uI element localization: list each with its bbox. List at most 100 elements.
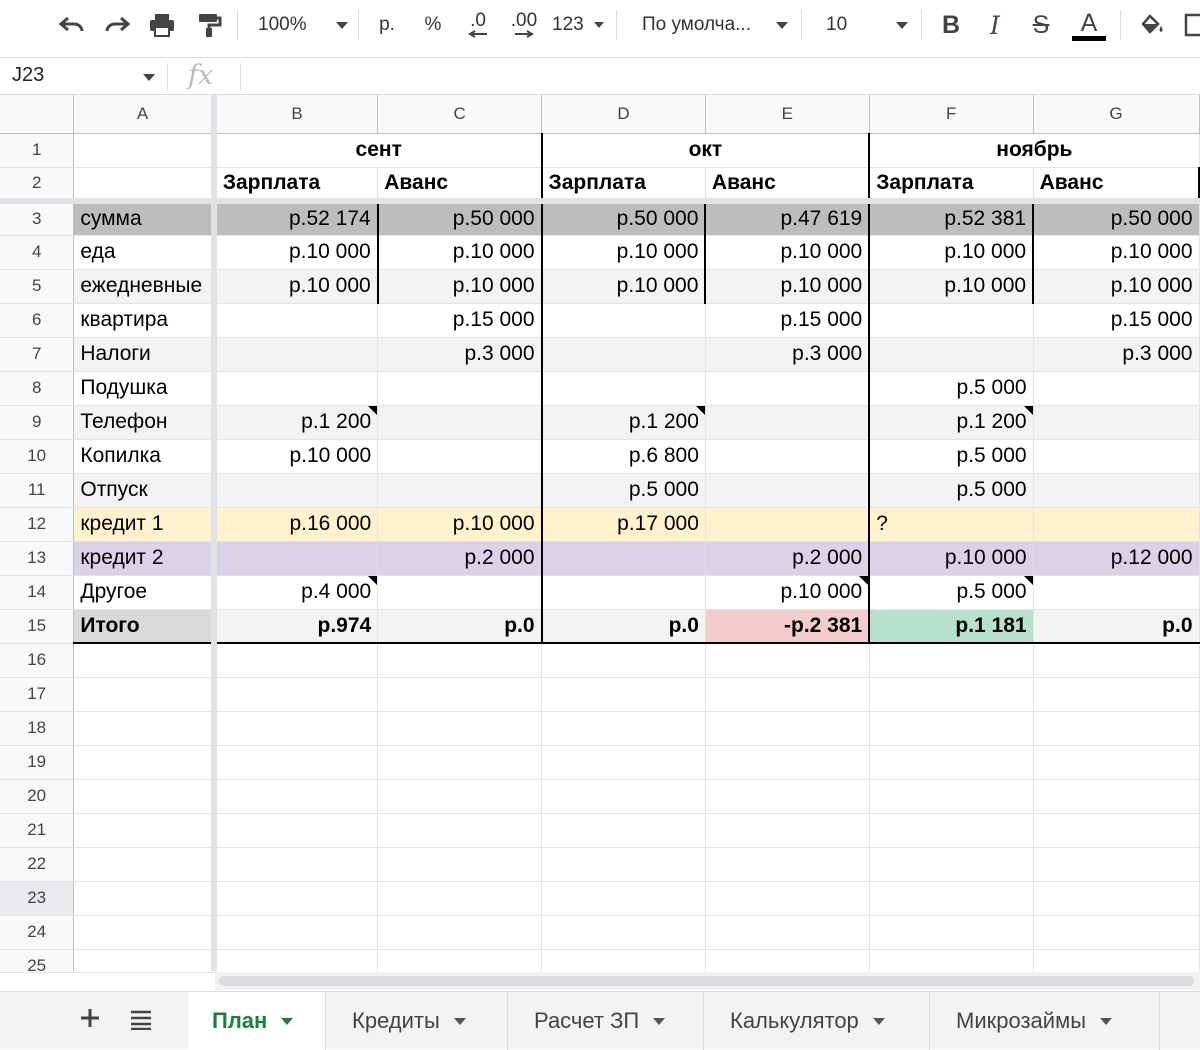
table-cell[interactable]: [1033, 575, 1200, 610]
empty-cell[interactable]: [73, 745, 217, 780]
empty-cell[interactable]: [705, 779, 870, 814]
month-oct[interactable]: окт: [540, 133, 870, 168]
table-cell[interactable]: р.1 200: [540, 405, 706, 440]
row-header[interactable]: 14: [0, 575, 75, 610]
table-cell[interactable]: [868, 303, 1034, 338]
column-header-a[interactable]: A: [73, 95, 217, 134]
table-cell[interactable]: р.17 000: [540, 507, 706, 542]
redo-icon[interactable]: [100, 7, 134, 43]
empty-cell[interactable]: [377, 677, 543, 712]
empty-cell[interactable]: [1033, 949, 1200, 971]
row-header[interactable]: 15: [0, 609, 75, 644]
empty-cell[interactable]: [869, 643, 1034, 678]
empty-cell[interactable]: [541, 949, 706, 971]
row-header[interactable]: 22: [0, 847, 75, 882]
table-cell[interactable]: р.10 000: [704, 235, 870, 270]
empty-cell[interactable]: [541, 915, 706, 950]
table-cell[interactable]: р.52 174: [213, 201, 379, 236]
empty-cell[interactable]: [1033, 881, 1200, 916]
empty-cell[interactable]: [869, 813, 1034, 848]
row-header[interactable]: 7: [0, 337, 75, 372]
row-header[interactable]: 18: [0, 711, 75, 746]
row-header[interactable]: 11: [0, 473, 75, 508]
paint-format-icon[interactable]: [192, 7, 226, 43]
empty-cell[interactable]: [213, 813, 379, 848]
tab-plan[interactable]: План: [188, 992, 326, 1050]
table-cell[interactable]: р.10 000: [1032, 269, 1200, 304]
table-cell[interactable]: р.47 619: [704, 201, 870, 236]
table-cell[interactable]: [868, 337, 1034, 372]
table-cell[interactable]: р.2 000: [705, 541, 870, 576]
empty-cell[interactable]: [73, 915, 217, 950]
name-box[interactable]: J23: [12, 64, 44, 87]
row-label[interactable]: кредит 1: [73, 507, 217, 542]
font-family-select[interactable]: По умолча...: [642, 7, 788, 43]
empty-cell[interactable]: [213, 915, 379, 950]
empty-cell[interactable]: [73, 677, 217, 712]
table-cell[interactable]: р.10 000: [868, 269, 1034, 304]
empty-cell[interactable]: [541, 643, 706, 678]
table-cell[interactable]: [377, 405, 543, 440]
table-cell[interactable]: [213, 541, 379, 576]
table-cell[interactable]: р.16 000: [213, 507, 379, 542]
select-all-corner[interactable]: [0, 95, 75, 134]
subheader-cell[interactable]: Зарплата: [868, 167, 1034, 204]
empty-cell[interactable]: [541, 677, 706, 712]
table-cell[interactable]: р.5 000: [868, 371, 1034, 406]
horizontal-scrollbar[interactable]: [215, 972, 1200, 990]
row-header[interactable]: 5: [0, 269, 75, 304]
table-cell[interactable]: р.10 000: [540, 269, 706, 304]
row-label[interactable]: Подушка: [73, 371, 217, 406]
all-sheets-icon[interactable]: [130, 1010, 152, 1035]
empty-cell[interactable]: [705, 677, 870, 712]
empty-cell[interactable]: [377, 813, 543, 848]
table-cell[interactable]: р.5 000: [868, 575, 1034, 610]
table-cell[interactable]: р.0: [377, 609, 543, 644]
row-header[interactable]: 3: [0, 201, 75, 236]
table-cell[interactable]: р.5 000: [540, 473, 706, 508]
empty-cell[interactable]: [377, 779, 543, 814]
empty-cell[interactable]: [1033, 813, 1200, 848]
empty-cell[interactable]: [377, 711, 543, 746]
empty-cell[interactable]: [705, 745, 870, 780]
scrollbar-thumb[interactable]: [219, 976, 1194, 986]
row-header[interactable]: 10: [0, 439, 75, 474]
empty-cell[interactable]: [73, 779, 217, 814]
table-cell[interactable]: [1033, 473, 1200, 508]
column-header-e[interactable]: E: [705, 95, 870, 134]
table-cell[interactable]: [705, 439, 870, 474]
chevron-down-icon[interactable]: [1100, 1017, 1113, 1025]
empty-cell[interactable]: [213, 643, 379, 678]
empty-cell[interactable]: [377, 949, 543, 971]
table-cell[interactable]: [377, 473, 543, 508]
empty-cell[interactable]: [541, 779, 706, 814]
empty-cell[interactable]: [869, 847, 1034, 882]
empty-cell[interactable]: [73, 813, 217, 848]
table-cell[interactable]: р.3 000: [705, 337, 870, 372]
table-cell[interactable]: р.10 000: [213, 269, 379, 304]
chevron-down-icon[interactable]: [143, 74, 155, 81]
chevron-down-icon[interactable]: [453, 1017, 466, 1025]
empty-cell[interactable]: [73, 711, 217, 746]
table-cell[interactable]: р.10 000: [705, 575, 870, 610]
row-header[interactable]: 23: [0, 881, 75, 916]
row-header[interactable]: 19: [0, 745, 75, 780]
empty-cell[interactable]: [1033, 711, 1200, 746]
table-cell[interactable]: р.1 200: [213, 405, 379, 440]
table-cell[interactable]: [213, 473, 379, 508]
empty-cell[interactable]: [213, 847, 379, 882]
empty-cell[interactable]: [869, 711, 1034, 746]
row-header[interactable]: 2: [0, 167, 75, 204]
cell[interactable]: [73, 167, 217, 204]
decrease-decimals-button[interactable]: .0: [460, 7, 496, 43]
empty-cell[interactable]: [705, 949, 870, 971]
month-nov[interactable]: ноябрь: [868, 133, 1200, 168]
empty-cell[interactable]: [869, 881, 1034, 916]
table-cell[interactable]: р.10 000: [868, 541, 1034, 576]
strikethrough-button[interactable]: S: [1026, 7, 1056, 43]
empty-cell[interactable]: [705, 711, 870, 746]
empty-cell[interactable]: [213, 677, 379, 712]
empty-cell[interactable]: [705, 643, 870, 678]
empty-cell[interactable]: [541, 745, 706, 780]
column-header-b[interactable]: B: [213, 95, 379, 134]
